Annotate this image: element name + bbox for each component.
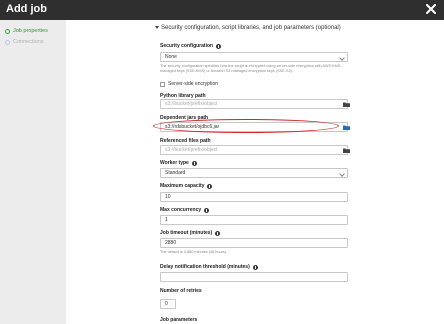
worker-type-select[interactable]: Standard <box>160 168 348 178</box>
maximum-capacity-label: Maximum capacity <box>160 183 213 189</box>
referenced-files-path-label: Referenced files path <box>160 138 211 144</box>
step-label: Job properties <box>13 28 48 34</box>
max-concurrency-label: Max concurrency <box>160 207 210 213</box>
info-icon[interactable] <box>207 183 213 189</box>
folder-icon[interactable] <box>343 102 350 107</box>
step-status-icon <box>5 39 10 45</box>
maximum-capacity-input[interactable]: 10 <box>160 192 348 202</box>
referenced-files-path-input[interactable]: s3://bucket/prefix/object <box>160 145 348 155</box>
section-toggle[interactable]: Security configuration, script libraries… <box>155 24 361 32</box>
dependent-jars-path-input[interactable]: s3://rdsbucket/ojdbc6.jar <box>160 122 348 132</box>
checkbox-box[interactable] <box>160 81 165 87</box>
select-value: None <box>165 54 177 60</box>
info-icon[interactable] <box>191 160 197 166</box>
wizard-steps: Job properties Connections <box>0 20 66 324</box>
caret-down-icon <box>155 26 159 29</box>
job-timeout-help: The default is 2,880 minutes (48 hours). <box>160 250 228 254</box>
dependent-jars-path-label: Dependent jars path <box>160 115 209 121</box>
security-configuration-help: The security configuration specifies how… <box>160 64 342 73</box>
info-icon[interactable] <box>252 264 258 270</box>
title-bar: Add job <box>0 0 444 20</box>
info-icon[interactable] <box>204 207 210 213</box>
info-icon[interactable] <box>216 43 222 49</box>
job-timeout-label: Job timeout (minutes) <box>160 230 221 236</box>
label-text: Maximum capacity <box>160 183 205 189</box>
step-connections[interactable]: Connections <box>5 37 44 47</box>
checkbox-label: Server-side encryption <box>168 81 219 87</box>
number-of-retries-label: Number of retries <box>160 288 202 294</box>
job-parameters-label: Job parameters <box>160 317 198 323</box>
label-text: Security configuration <box>160 43 214 49</box>
step-job-properties[interactable]: Job properties <box>5 26 48 36</box>
label-text: Max concurrency <box>160 207 202 213</box>
close-icon[interactable] <box>424 1 438 17</box>
step-label: Connections <box>13 39 44 45</box>
label-text: Worker type <box>160 160 189 166</box>
folder-icon[interactable] <box>343 148 350 153</box>
delay-notification-threshold-input[interactable] <box>160 272 348 282</box>
server-side-encryption-checkbox[interactable]: Server-side encryption <box>160 81 218 87</box>
info-icon[interactable] <box>215 230 221 236</box>
select-value: Standard <box>165 170 186 176</box>
step-status-icon <box>5 28 10 34</box>
form-panel: Security configuration, script libraries… <box>66 20 444 324</box>
section-title: Security configuration, script libraries… <box>161 25 341 31</box>
python-library-path-input[interactable]: s3://bucket/prefix/object <box>160 99 348 109</box>
security-configuration-label: Security configuration <box>160 43 222 49</box>
delay-notification-threshold-label: Delay notification threshold (minutes) <box>160 264 258 270</box>
security-configuration-select[interactable]: None <box>160 52 348 62</box>
worker-type-label: Worker type <box>160 160 197 166</box>
folder-icon[interactable] <box>343 125 350 130</box>
job-timeout-input[interactable]: 2880 <box>160 238 348 248</box>
chevron-down-icon <box>339 171 345 177</box>
label-text: Job timeout (minutes) <box>160 230 213 236</box>
label-text: Delay notification threshold (minutes) <box>160 264 250 270</box>
window-title: Add job <box>6 3 47 15</box>
chevron-down-icon <box>339 55 345 61</box>
max-concurrency-input[interactable]: 1 <box>160 215 348 225</box>
number-of-retries-input[interactable]: 0 <box>160 299 176 309</box>
